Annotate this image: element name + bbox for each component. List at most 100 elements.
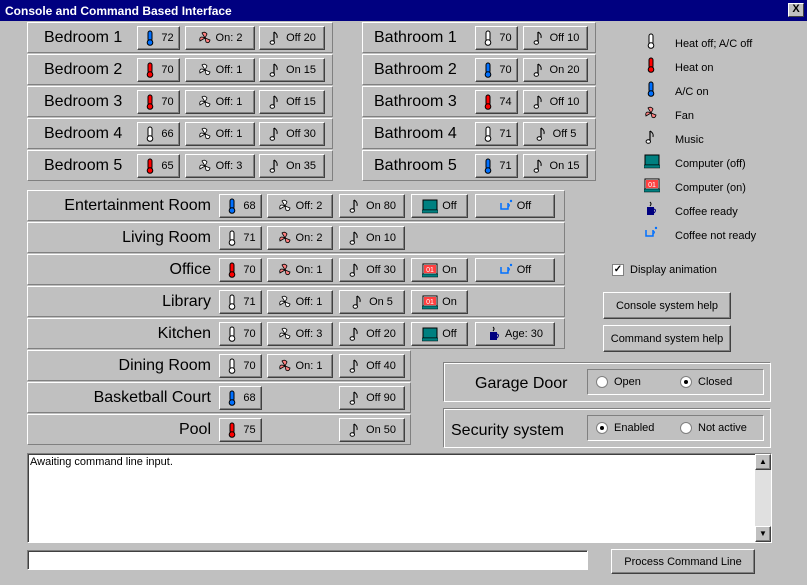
music-button[interactable]: Off 40 [339, 354, 405, 378]
temperature-button-label: 71 [243, 296, 256, 308]
music-button[interactable]: Off 90 [339, 386, 405, 410]
console-help-button[interactable]: Console system help [603, 292, 731, 319]
temperature-button[interactable]: 70 [219, 258, 262, 282]
legend-label: Fan [675, 110, 694, 122]
coffee-button[interactable]: Off [475, 194, 555, 218]
temperature-button[interactable]: 70 [137, 90, 180, 114]
music-button[interactable]: On 15 [259, 58, 325, 82]
fan-button-label: On: 1 [295, 264, 323, 276]
scroll-up-button[interactable]: ▲ [755, 454, 771, 470]
fan-icon [198, 63, 211, 76]
music-button[interactable]: On 80 [339, 194, 405, 218]
coffee-button[interactable]: Age: 30 [475, 322, 555, 346]
ac-on-icon [647, 81, 655, 97]
music-button[interactable]: Off 10 [523, 26, 588, 50]
music-button[interactable]: Off 10 [523, 90, 588, 114]
thermometer-off-icon [485, 30, 492, 46]
room-row-bathroom-1: Bathroom 1 70 Off 10 [362, 22, 596, 53]
music-button[interactable]: On 10 [339, 226, 405, 250]
fan-button[interactable]: Off: 3 [185, 154, 255, 178]
coffee-button[interactable]: Off [475, 258, 555, 282]
temperature-button[interactable]: 70 [137, 58, 180, 82]
temperature-button[interactable]: 70 [475, 26, 518, 50]
garage-closed-radio[interactable]: Closed [680, 376, 732, 389]
log-scrollbar[interactable]: ▲ ▼ [755, 454, 771, 542]
fan-icon [278, 295, 291, 308]
heat-on-icon [229, 422, 236, 438]
music-button[interactable]: On 20 [523, 58, 588, 82]
coffee-button-label: Age: 30 [505, 328, 543, 340]
legend-item [644, 153, 660, 171]
room-row: Office 70 On: 1 Off 30 01 On Off [27, 254, 565, 285]
process-command-button[interactable]: Process Command Line [611, 549, 755, 574]
checkbox-check-icon[interactable]: ✓ [612, 264, 624, 276]
temperature-button[interactable]: 65 [137, 154, 180, 178]
music-button[interactable]: Off 15 [259, 90, 325, 114]
music-button[interactable]: Off 5 [523, 122, 588, 146]
music-button-label: Off 30 [366, 264, 396, 276]
output-log[interactable]: Awaiting command line input. ▲ ▼ [27, 453, 772, 543]
temperature-button[interactable]: 68 [219, 386, 262, 410]
fan-button[interactable]: Off: 3 [267, 322, 333, 346]
legend-label: A/C on [675, 86, 709, 98]
temperature-button[interactable]: 75 [219, 418, 262, 442]
room-label: Bedroom 4 [44, 125, 123, 142]
computer-button-label: Off [442, 328, 457, 340]
fan-button[interactable]: Off: 1 [267, 290, 333, 314]
music-button[interactable]: Off 30 [259, 122, 325, 146]
security-notactive-radio[interactable]: Not active [680, 422, 747, 435]
garage-open-radio[interactable]: Open [596, 376, 641, 389]
security-enabled-radio[interactable]: Enabled [596, 422, 654, 435]
fan-button[interactable]: On: 2 [185, 26, 255, 50]
temperature-button[interactable]: 70 [475, 58, 518, 82]
fan-button[interactable]: On: 1 [267, 354, 333, 378]
fan-button[interactable]: Off: 1 [185, 122, 255, 146]
computer-button[interactable]: 01 On [411, 290, 468, 314]
music-button[interactable]: Off 20 [259, 26, 325, 50]
temperature-button[interactable]: 70 [219, 322, 262, 346]
temperature-button[interactable]: 71 [219, 290, 262, 314]
temperature-button[interactable]: 71 [219, 226, 262, 250]
command-help-button[interactable]: Command system help [603, 325, 731, 352]
radio-selected-icon [596, 422, 608, 435]
temperature-button[interactable]: 71 [475, 122, 518, 146]
display-animation-label: Display animation [630, 264, 717, 276]
music-icon [269, 127, 278, 141]
temperature-button-label: 66 [161, 128, 174, 140]
music-button[interactable]: On 15 [523, 154, 588, 178]
fan-button[interactable]: On: 1 [267, 258, 333, 282]
room-label: Bedroom 3 [44, 93, 123, 110]
fan-button[interactable]: Off: 1 [185, 90, 255, 114]
coffee-not-ready-icon [645, 226, 658, 237]
temperature-button[interactable]: 68 [219, 194, 262, 218]
temperature-button[interactable]: 66 [137, 122, 180, 146]
computer-button-label: On [442, 296, 457, 308]
temperature-button[interactable]: 74 [475, 90, 518, 114]
music-icon [349, 263, 358, 277]
fan-button[interactable]: Off: 2 [267, 194, 333, 218]
music-button[interactable]: Off 20 [339, 322, 405, 346]
computer-button[interactable]: 01 On [411, 258, 468, 282]
fan-button[interactable]: Off: 1 [185, 58, 255, 82]
music-icon [533, 159, 542, 173]
music-icon [349, 391, 358, 405]
legend-label: Heat on [675, 62, 714, 74]
room-row-bedroom-2: Bedroom 2 70 Off: 1 On 15 [27, 54, 333, 85]
close-button[interactable]: X [788, 3, 804, 17]
music-button[interactable]: On 50 [339, 418, 405, 442]
temperature-button[interactable]: 71 [475, 154, 518, 178]
scroll-down-button[interactable]: ▼ [755, 526, 771, 542]
temperature-button[interactable]: 70 [219, 354, 262, 378]
temperature-button[interactable]: 72 [137, 26, 180, 50]
fan-icon [278, 231, 291, 244]
computer-button[interactable]: Off [411, 194, 468, 218]
music-button[interactable]: Off 30 [339, 258, 405, 282]
display-animation-checkbox[interactable]: ✓ Display animation [612, 264, 717, 276]
music-button[interactable]: On 35 [259, 154, 325, 178]
music-button[interactable]: On 5 [339, 290, 405, 314]
fan-icon [198, 127, 211, 140]
fan-button[interactable]: On: 2 [267, 226, 333, 250]
music-button-label: Off 90 [366, 392, 396, 404]
computer-button[interactable]: Off [411, 322, 468, 346]
command-input[interactable] [27, 550, 588, 570]
